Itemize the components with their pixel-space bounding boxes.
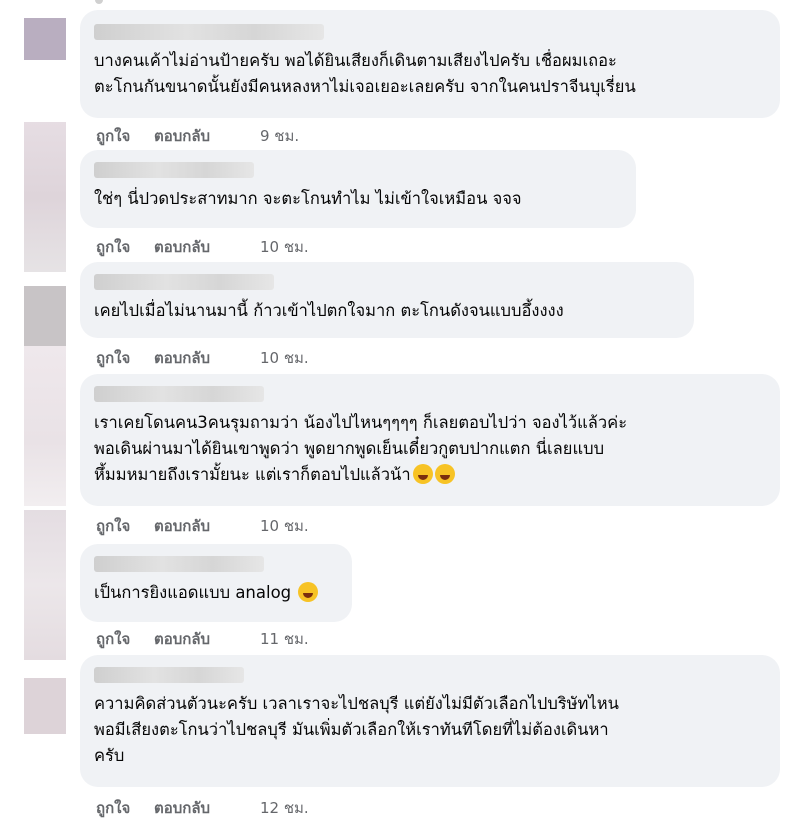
comment-timestamp[interactable]: 9 ชม. bbox=[260, 124, 299, 148]
comment-text-body: เราเคยโดนคน3คนรุมถามว่า น้องไปไหนๆๆๆๆ ก็… bbox=[94, 413, 628, 484]
like-link[interactable]: ถูกใจ bbox=[96, 235, 154, 259]
commenter-name-blurred[interactable] bbox=[94, 667, 244, 683]
comment-text: ความคิดส่วนตัวนะครับ เวลาเราจะไปชลบุรี แ… bbox=[94, 694, 619, 765]
avatar[interactable] bbox=[24, 346, 66, 506]
comment-timestamp[interactable]: 11 ชม. bbox=[260, 627, 309, 651]
commenter-name-blurred[interactable] bbox=[94, 556, 264, 572]
like-link[interactable]: ถูกใจ bbox=[96, 124, 154, 148]
comment-actions: ถูกใจ ตอบกลับ 12 ชม. bbox=[96, 796, 309, 820]
comment-bubble: ใช่ๆ นี่ปวดประสาทมาก จะตะโกนทำไม ไม่เข้า… bbox=[80, 150, 636, 228]
comment-actions: ถูกใจ ตอบกลับ 9 ชม. bbox=[96, 124, 299, 148]
reply-link[interactable]: ตอบกลับ bbox=[154, 627, 260, 651]
reply-link[interactable]: ตอบกลับ bbox=[154, 124, 260, 148]
comment-bubble: เคยไปเมื่อไม่นานมานี้ ก้าวเข้าไปตกใจมาก … bbox=[80, 262, 694, 338]
reply-link[interactable]: ตอบกลับ bbox=[154, 346, 260, 370]
like-link[interactable]: ถูกใจ bbox=[96, 346, 154, 370]
reply-link[interactable]: ตอบกลับ bbox=[154, 514, 260, 538]
comment-text: บางคนเค้าไม่อ่านป้ายครับ พอได้ยินเสียงก็… bbox=[94, 51, 636, 96]
commenter-name-blurred[interactable] bbox=[94, 386, 264, 402]
comment-timestamp[interactable]: 10 ชม. bbox=[260, 346, 309, 370]
reply-link[interactable]: ตอบกลับ bbox=[154, 796, 260, 820]
avatar[interactable] bbox=[24, 18, 66, 60]
like-link[interactable]: ถูกใจ bbox=[96, 627, 154, 651]
comment-timestamp[interactable]: 10 ชม. bbox=[260, 514, 309, 538]
avatar[interactable] bbox=[24, 510, 66, 660]
grinning-emoji bbox=[434, 464, 455, 484]
comment-actions: ถูกใจ ตอบกลับ 11 ชม. bbox=[96, 627, 309, 651]
comment-bubble: บางคนเค้าไม่อ่านป้ายครับ พอได้ยินเสียงก็… bbox=[80, 10, 780, 118]
commenter-name-blurred[interactable] bbox=[94, 162, 254, 178]
avatar[interactable] bbox=[24, 678, 66, 734]
comment-text: ใช่ๆ นี่ปวดประสาทมาก จะตะโกนทำไม ไม่เข้า… bbox=[94, 189, 522, 208]
reply-link[interactable]: ตอบกลับ bbox=[154, 235, 260, 259]
avatar[interactable] bbox=[24, 286, 66, 346]
comment-text: เป็นการยิงแอดแบบ analog bbox=[94, 580, 338, 606]
comment-actions: ถูกใจ ตอบกลับ 10 ชม. bbox=[96, 514, 309, 538]
like-link[interactable]: ถูกใจ bbox=[96, 796, 154, 820]
comment-bubble: เราเคยโดนคน3คนรุมถามว่า น้องไปไหนๆๆๆๆ ก็… bbox=[80, 374, 780, 506]
laughing-tears-emoji bbox=[412, 464, 433, 484]
comment-actions: ถูกใจ ตอบกลับ 10 ชม. bbox=[96, 235, 309, 259]
comment-bubble: เป็นการยิงแอดแบบ analog bbox=[80, 544, 352, 622]
tongue-out-emoji bbox=[298, 582, 319, 602]
comment-text: เราเคยโดนคน3คนรุมถามว่า น้องไปไหนๆๆๆๆ ก็… bbox=[94, 410, 766, 488]
comment-timestamp[interactable]: 10 ชม. bbox=[260, 235, 309, 259]
commenter-name-blurred[interactable] bbox=[94, 24, 324, 40]
comment-bubble: ความคิดส่วนตัวนะครับ เวลาเราจะไปชลบุรี แ… bbox=[80, 655, 780, 787]
comment-timestamp[interactable]: 12 ชม. bbox=[260, 796, 309, 820]
comment-text-body: เป็นการยิงแอดแบบ analog bbox=[94, 583, 292, 602]
commenter-name-blurred[interactable] bbox=[94, 274, 274, 290]
comment-text: เคยไปเมื่อไม่นานมานี้ ก้าวเข้าไปตกใจมาก … bbox=[94, 301, 564, 320]
previous-comment-edge bbox=[95, 0, 103, 4]
comment-actions: ถูกใจ ตอบกลับ 10 ชม. bbox=[96, 346, 309, 370]
like-link[interactable]: ถูกใจ bbox=[96, 514, 154, 538]
avatar[interactable] bbox=[24, 122, 66, 272]
